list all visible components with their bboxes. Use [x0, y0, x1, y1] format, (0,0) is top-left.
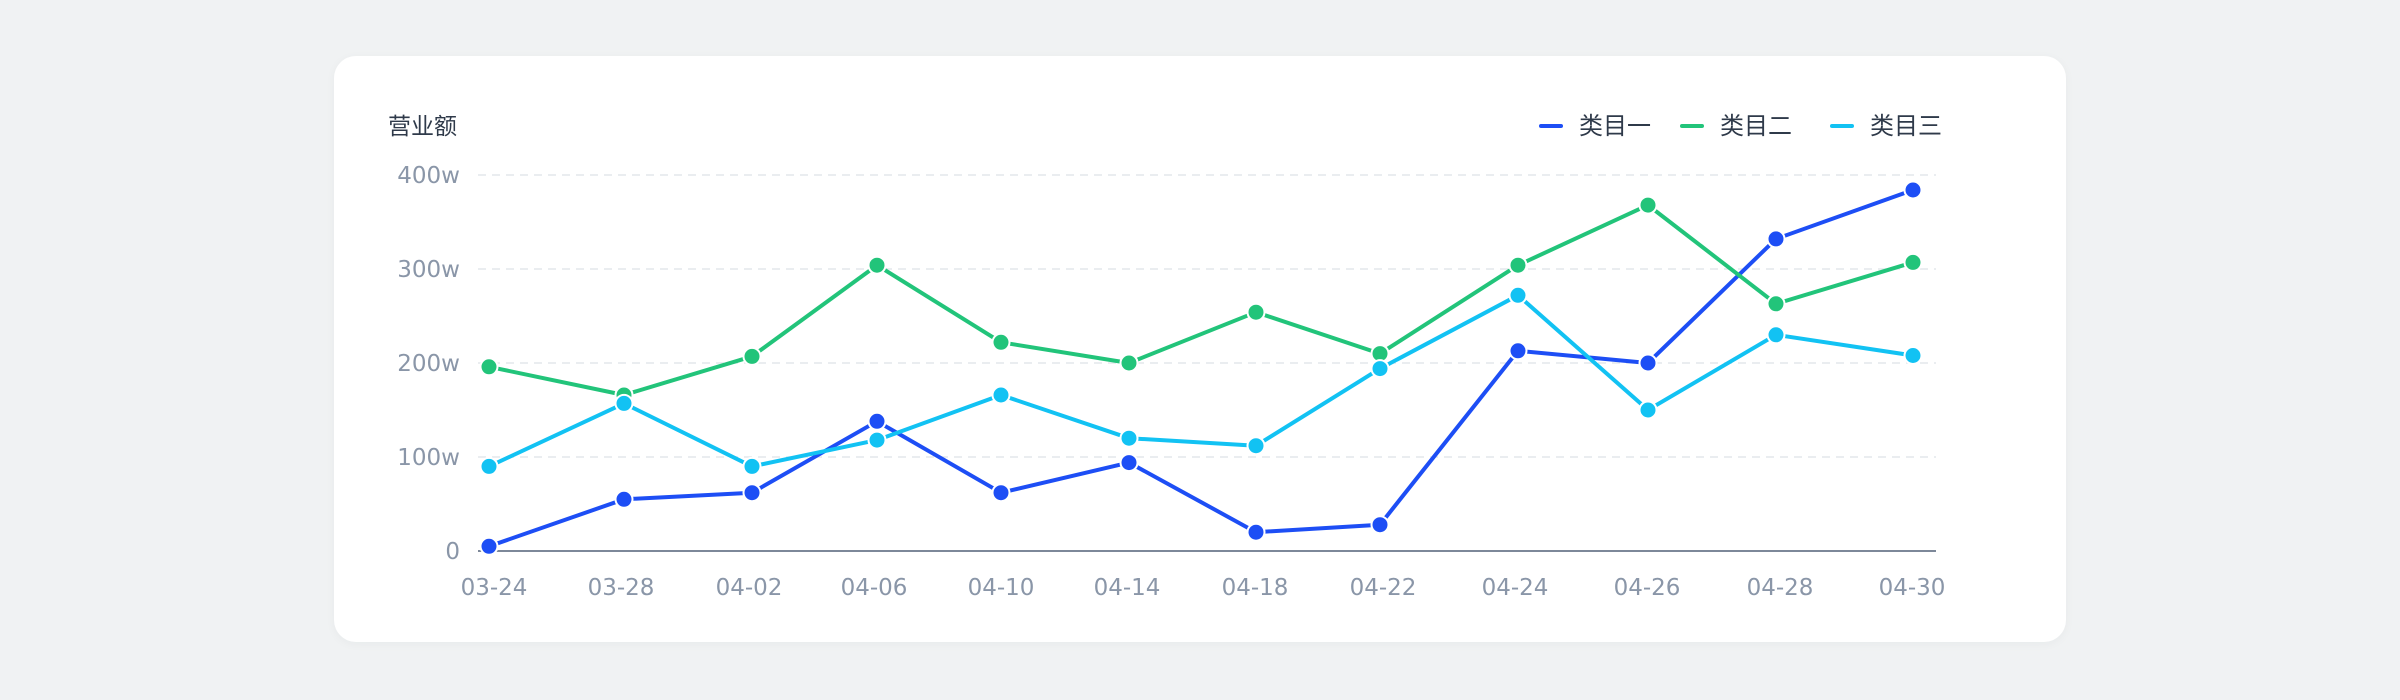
data-point[interactable] [991, 483, 1011, 503]
series-line [487, 203, 1915, 397]
x-tick-label: 04-22 [1350, 575, 1417, 601]
data-point[interactable] [479, 357, 499, 377]
y-tick-label: 400w [397, 163, 460, 189]
data-point[interactable] [991, 385, 1011, 405]
series-2 [479, 195, 1923, 405]
x-tick-label: 04-26 [1614, 575, 1681, 601]
legend-label: 类目二 [1720, 112, 1792, 140]
data-point[interactable] [742, 456, 762, 476]
line-chart: 0 100w 200w 300w 400w 03-24 03-28 04-02 04-06 04-… [388, 112, 1945, 601]
data-point[interactable] [1903, 252, 1923, 272]
grid-layer [478, 174, 1936, 458]
y-tick-label: 0 [445, 539, 460, 565]
series-line [487, 293, 1915, 469]
data-point[interactable] [867, 430, 887, 450]
data-point[interactable] [742, 483, 762, 503]
axis-layer: 0 100w 200w 300w 400w 03-24 03-28 04-02 04-06 04-… [397, 163, 1945, 601]
legend-item-2[interactable]: 类目二 [1680, 112, 1792, 140]
data-point[interactable] [1638, 400, 1658, 420]
x-tick-label: 04-24 [1482, 575, 1549, 601]
data-point[interactable] [742, 346, 762, 366]
data-point[interactable] [1246, 522, 1266, 542]
legend-label: 类目一 [1579, 112, 1651, 140]
data-point[interactable] [1903, 346, 1923, 365]
data-point[interactable] [1119, 353, 1139, 373]
data-point[interactable] [867, 255, 887, 275]
data-point[interactable] [1508, 255, 1528, 275]
data-point[interactable] [1246, 302, 1266, 322]
data-point[interactable] [1119, 453, 1139, 473]
data-point[interactable] [1508, 285, 1528, 305]
x-tick-label: 03-28 [588, 575, 655, 601]
data-point[interactable] [1766, 325, 1786, 345]
data-point[interactable] [1766, 229, 1786, 249]
series-3 [479, 285, 1923, 476]
data-point[interactable] [1246, 436, 1266, 456]
y-tick-label: 200w [397, 351, 460, 377]
x-tick-label: 04-02 [716, 575, 783, 601]
legend: 类目一 类目二 类目三 [1539, 112, 1942, 140]
legend-item-1[interactable]: 类目一 [1539, 112, 1651, 140]
series-layer [479, 180, 1923, 556]
data-point[interactable] [991, 332, 1011, 352]
legend-label: 类目三 [1870, 112, 1942, 140]
x-tick-label: 04-06 [841, 575, 908, 601]
series-1 [479, 180, 1923, 556]
data-point[interactable] [614, 489, 634, 509]
data-point[interactable] [1508, 341, 1528, 361]
data-point[interactable] [1638, 353, 1658, 373]
legend-item-3[interactable]: 类目三 [1830, 112, 1942, 140]
y-tick-label: 300w [397, 257, 460, 283]
data-point[interactable] [1370, 359, 1390, 379]
data-point[interactable] [1638, 195, 1658, 215]
data-point[interactable] [1766, 294, 1786, 314]
data-point[interactable] [867, 411, 887, 431]
x-tick-label: 04-30 [1879, 575, 1946, 601]
x-tick-label: 04-28 [1747, 575, 1814, 601]
y-axis-title: 营业额 [388, 114, 457, 140]
data-point[interactable] [479, 456, 499, 476]
data-point[interactable] [1903, 180, 1923, 200]
data-point[interactable] [479, 536, 499, 556]
x-tick-label: 03-24 [461, 575, 528, 601]
x-tick-label: 04-14 [1094, 575, 1161, 601]
x-tick-label: 04-18 [1222, 575, 1289, 601]
data-point[interactable] [1370, 515, 1390, 535]
data-point[interactable] [1119, 428, 1139, 448]
data-point[interactable] [614, 393, 634, 413]
x-tick-label: 04-10 [968, 575, 1035, 601]
y-tick-label: 100w [397, 445, 460, 471]
